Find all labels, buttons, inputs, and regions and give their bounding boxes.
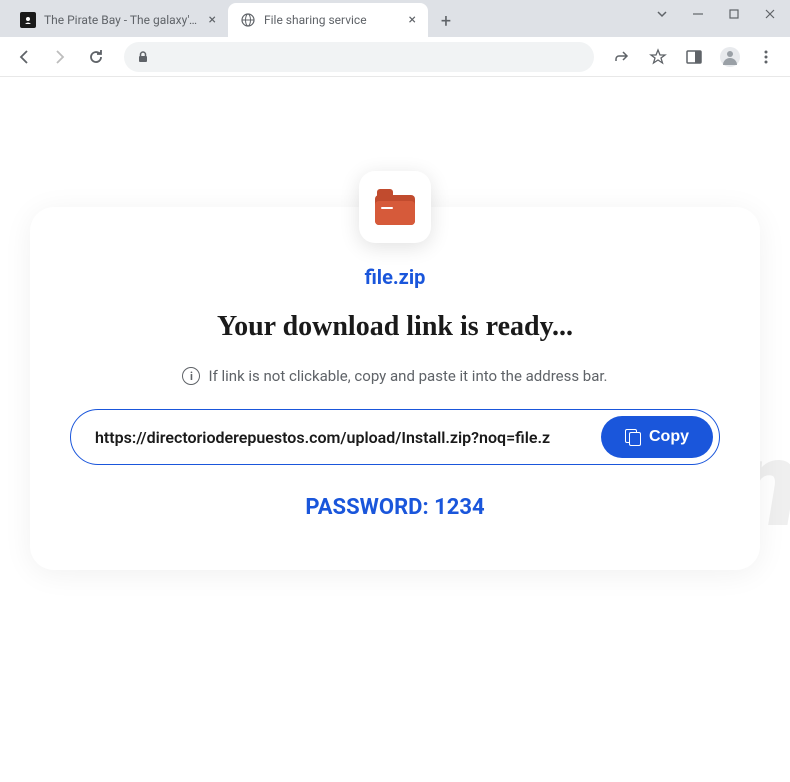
reload-button[interactable] (80, 41, 112, 73)
download-card: file.zip Your download link is ready... … (30, 207, 760, 570)
copy-label: Copy (649, 428, 689, 446)
browser-window: The Pirate Bay - The galaxy's mos × File… (0, 0, 790, 782)
info-icon: i (182, 367, 200, 385)
close-icon[interactable] (764, 8, 776, 20)
chevron-down-icon[interactable] (656, 8, 668, 20)
tab-close-icon[interactable]: × (409, 12, 416, 28)
minimize-icon[interactable] (692, 8, 704, 20)
headline: Your download link is ready... (70, 311, 720, 343)
page-content: risk.com file.zip Your download link is … (0, 77, 790, 782)
tab-title: File sharing service (264, 13, 401, 27)
tab-pirate-bay[interactable]: The Pirate Bay - The galaxy's mos × (8, 3, 228, 37)
globe-icon (240, 12, 256, 28)
file-icon (359, 171, 431, 243)
password-label: PASSWORD: 1234 (70, 495, 720, 520)
share-icon[interactable] (606, 41, 638, 73)
tab-title: The Pirate Bay - The galaxy's mos (44, 13, 201, 27)
tab-file-sharing[interactable]: File sharing service × (228, 3, 428, 37)
maximize-icon[interactable] (728, 8, 740, 20)
menu-icon[interactable] (750, 41, 782, 73)
lock-icon (136, 50, 150, 64)
toolbar-actions (606, 41, 782, 73)
window-controls (656, 8, 776, 20)
url-row: https://directorioderepuestos.com/upload… (70, 409, 720, 465)
hint-text: If link is not clickable, copy and paste… (208, 367, 607, 385)
copy-icon (625, 429, 641, 445)
favicon-icon (20, 12, 36, 28)
bookmark-icon[interactable] (642, 41, 674, 73)
toolbar (0, 37, 790, 77)
back-button[interactable] (8, 41, 40, 73)
download-url[interactable]: https://directorioderepuestos.com/upload… (95, 428, 589, 447)
tab-close-icon[interactable]: × (209, 12, 216, 28)
new-tab-button[interactable]: + (432, 7, 460, 35)
address-bar[interactable] (124, 42, 594, 72)
hint-row: i If link is not clickable, copy and pas… (70, 367, 720, 385)
side-panel-icon[interactable] (678, 41, 710, 73)
forward-button[interactable] (44, 41, 76, 73)
profile-icon[interactable] (714, 41, 746, 73)
copy-button[interactable]: Copy (601, 416, 713, 458)
